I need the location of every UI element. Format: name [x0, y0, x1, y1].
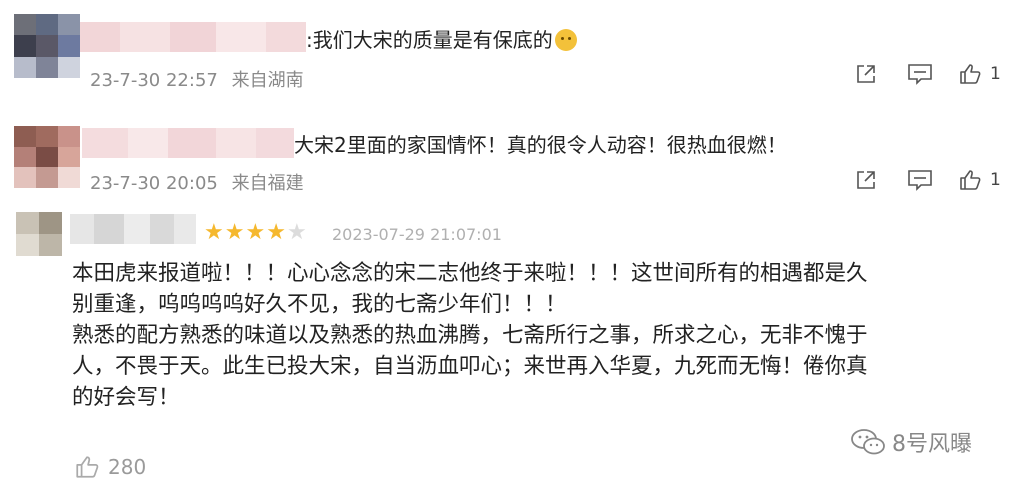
star-rating: ★ ★ ★ ★ ★ — [204, 222, 307, 244]
like-count: 280 — [108, 455, 147, 479]
like-count: 1 — [990, 64, 1001, 84]
review-line: 别重逢，呜呜呜呜好久不见，我的七斋少年们！！！ — [72, 292, 567, 317]
comment-icon — [908, 170, 932, 191]
share-button[interactable] — [854, 168, 878, 192]
watermark: 8号风曝 — [850, 426, 972, 458]
thumbs-up-icon — [960, 170, 981, 190]
comment-location: 来自福建 — [231, 173, 304, 194]
comment-meta: 23-7-30 20:05 来自福建 — [90, 169, 304, 195]
watermark-text: 8号风曝 — [892, 432, 972, 457]
star-icon: ★ — [245, 220, 266, 245]
avatar[interactable] — [16, 212, 62, 256]
avatar[interactable] — [14, 126, 80, 188]
comment-text: 大宋2里面的家国情怀！真的很令人动容！很热血很燃！ — [294, 133, 787, 157]
star-icon: ★ — [204, 220, 224, 245]
like-button[interactable]: 1 — [958, 62, 1001, 86]
comment-text: :我们大宋的质量是有保底的 — [306, 24, 577, 53]
comment-time: 23-7-30 22:57 — [90, 70, 218, 91]
comment-location: 来自湖南 — [231, 70, 304, 91]
comment-time: 23-7-30 20:05 — [90, 173, 218, 194]
avatar[interactable] — [14, 14, 80, 78]
share-button[interactable] — [854, 62, 878, 86]
wechat-icon — [851, 429, 885, 455]
star-icon: ★ — [286, 220, 307, 245]
star-icon: ★ — [266, 220, 286, 245]
review-like-button[interactable]: 280 — [74, 454, 146, 480]
review-line: 熟悉的配方熟悉的味道以及熟悉的热血沸腾，七斋所行之事，所求之心，无非不愧于 — [72, 323, 868, 348]
blurred-username[interactable] — [82, 128, 294, 158]
reply-button[interactable] — [907, 168, 933, 192]
thumbs-up-icon — [76, 456, 99, 478]
star-icon: ★ — [224, 220, 245, 245]
comment-icon — [908, 64, 932, 85]
comment-meta: 23-7-30 22:57 来自湖南 — [90, 66, 304, 92]
review-body: 本田虎来报道啦！！！心心念念的宋二志他终于来啦！！！这世间所有的相遇都是久 别重… — [72, 258, 1012, 413]
thumbs-up-icon — [960, 64, 981, 84]
cat-emoji-icon — [554, 29, 577, 51]
blurred-username[interactable] — [70, 214, 196, 244]
review-line: 的好会写！ — [72, 385, 180, 410]
review-date: 2023-07-29 21:07:01 — [332, 225, 502, 244]
review-line: 人，不畏于天。此生已投大宋，自当沥血叩心；来世再入华夏，九死而无悔！倦你真 — [72, 354, 868, 379]
like-count: 1 — [990, 170, 1001, 190]
review-line: 本田虎来报道啦！！！心心念念的宋二志他终于来啦！！！这世间所有的相遇都是久 — [72, 261, 868, 286]
reply-button[interactable] — [907, 62, 933, 86]
blurred-username[interactable] — [80, 22, 306, 52]
share-icon — [857, 171, 875, 189]
share-icon — [857, 65, 875, 83]
like-button[interactable]: 1 — [958, 168, 1001, 192]
